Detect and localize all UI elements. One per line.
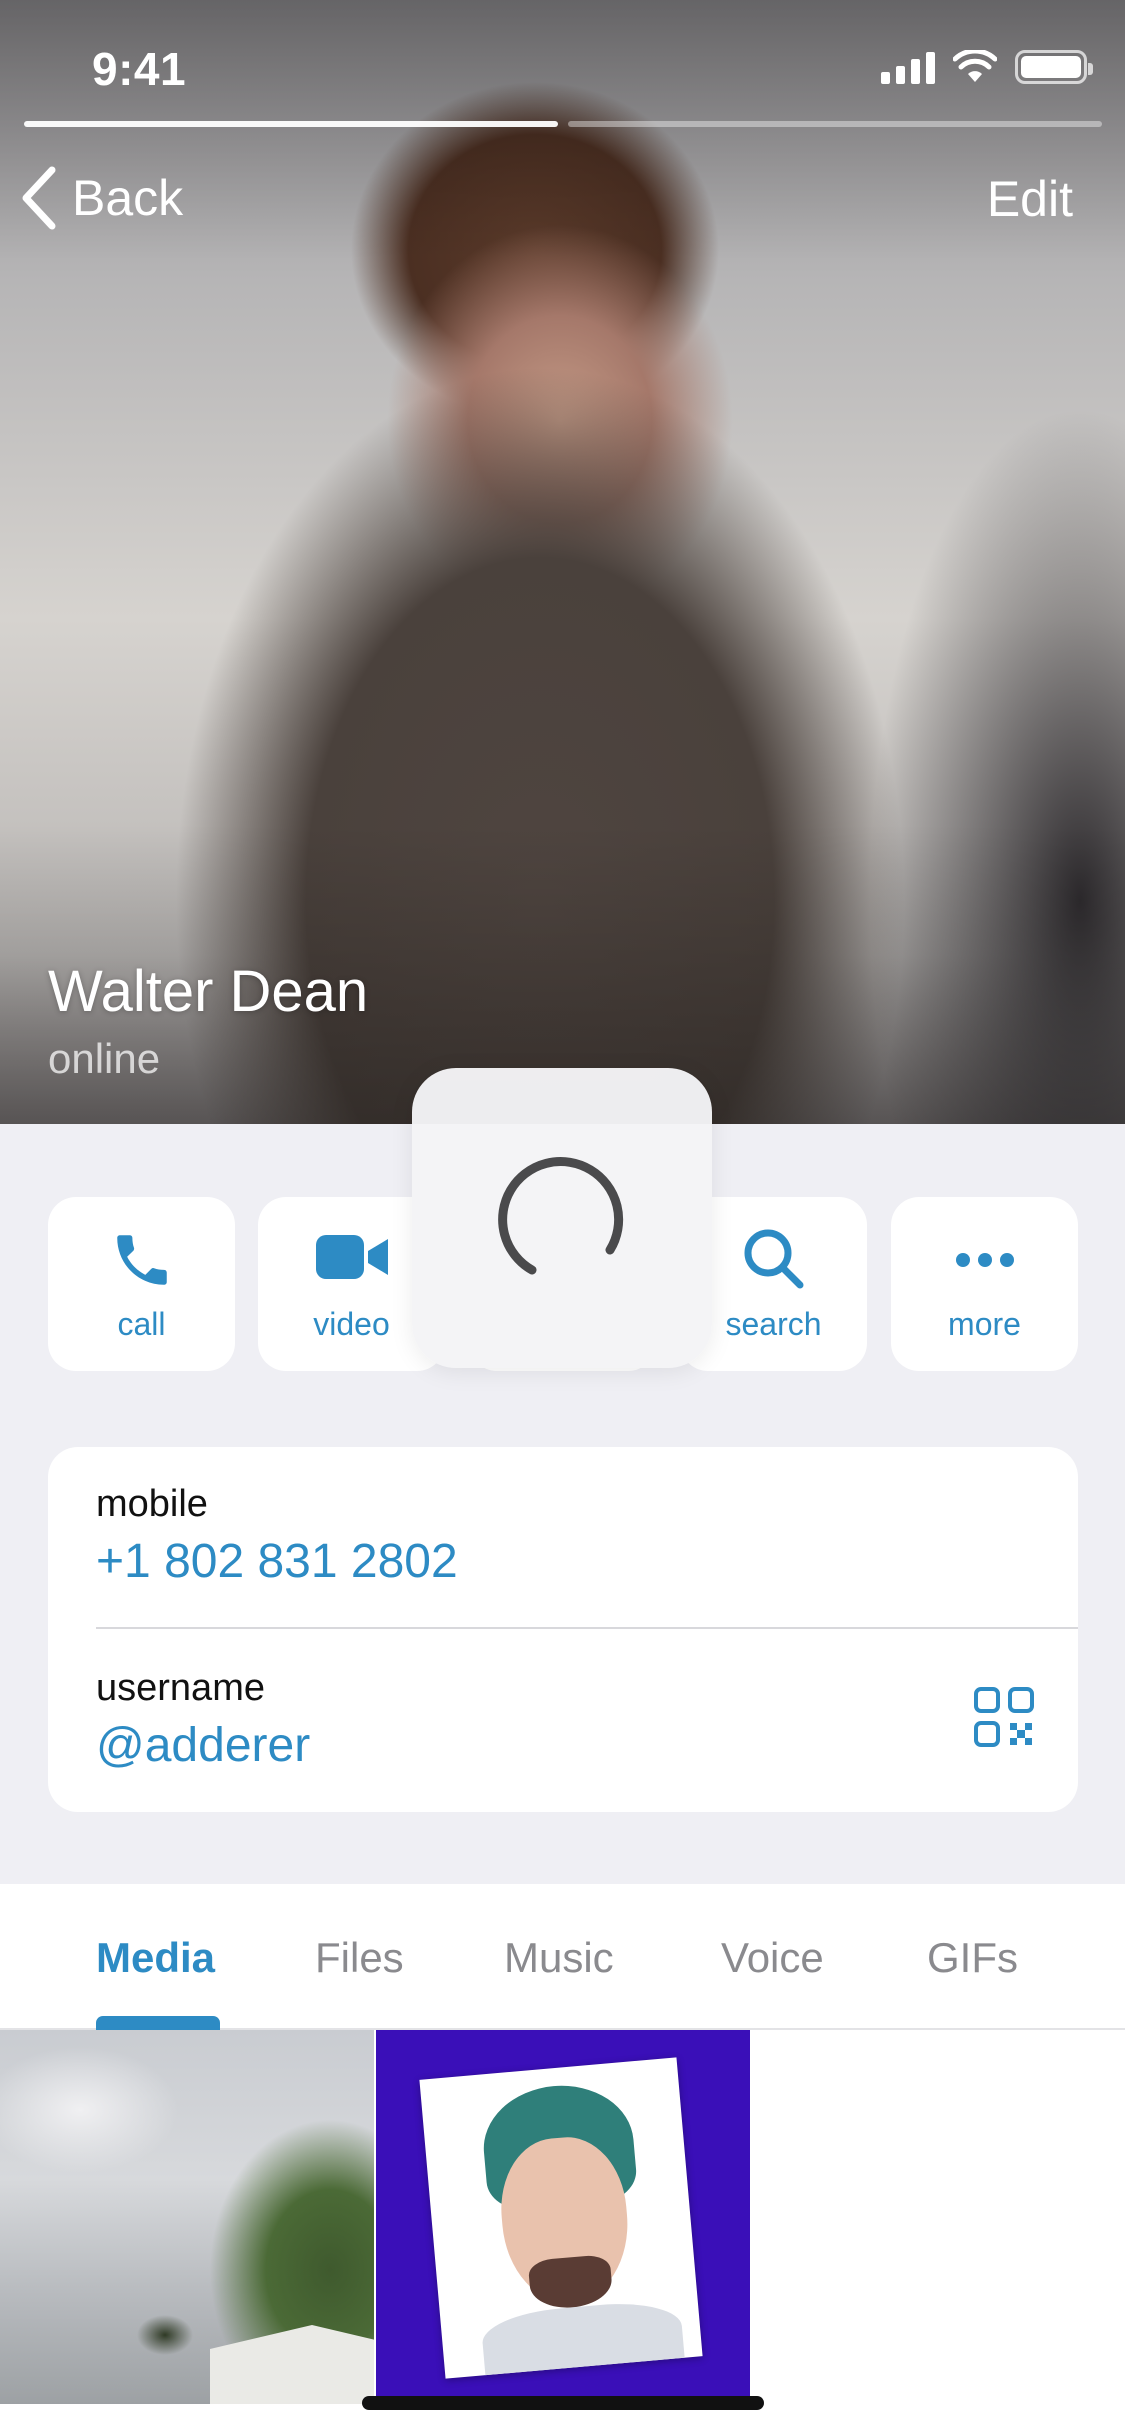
video-label: video bbox=[313, 1306, 390, 1342]
mobile-label: mobile bbox=[96, 1483, 208, 1525]
profile-name: Walter Dean bbox=[48, 959, 369, 1024]
divider bbox=[96, 1627, 1078, 1629]
battery-icon bbox=[1015, 50, 1093, 84]
home-indicator[interactable] bbox=[362, 2396, 764, 2410]
chevron-left-icon bbox=[22, 166, 56, 230]
status-icons bbox=[881, 50, 1093, 84]
username-row[interactable]: username @adderer bbox=[96, 1667, 1078, 1773]
call-label: call bbox=[117, 1306, 166, 1342]
portrait-illustration bbox=[419, 2057, 703, 2379]
qr-code-icon[interactable] bbox=[974, 1687, 1034, 1747]
status-time: 9:41 bbox=[92, 43, 187, 95]
edit-button[interactable]: Edit bbox=[987, 170, 1073, 228]
profile-status: online bbox=[48, 1035, 161, 1082]
username-label: username bbox=[96, 1667, 265, 1709]
video-camera-icon bbox=[315, 1235, 388, 1279]
more-label: more bbox=[948, 1306, 1021, 1342]
phone-icon bbox=[116, 1235, 167, 1285]
back-button[interactable]: Back bbox=[20, 160, 183, 236]
photo-progress-segment bbox=[568, 121, 1102, 127]
tab-voice[interactable]: Voice bbox=[721, 1934, 824, 1982]
search-label: search bbox=[725, 1306, 822, 1342]
cellular-signal-icon bbox=[881, 50, 935, 84]
tab-files[interactable]: Files bbox=[315, 1934, 404, 1982]
search-icon bbox=[744, 1229, 803, 1289]
more-dots-icon bbox=[955, 1253, 1014, 1267]
profile-photo[interactable]: 9:41 Back Edit Walter Dean online bbox=[0, 0, 1125, 1124]
media-thumbnail[interactable] bbox=[0, 2030, 374, 2404]
media-grid bbox=[0, 2030, 1125, 2436]
username-value[interactable]: @adderer bbox=[96, 1718, 1078, 1773]
mobile-value[interactable]: +1 802 831 2802 bbox=[96, 1534, 1078, 1589]
tab-gifs[interactable]: GIFs bbox=[927, 1934, 1018, 1982]
media-thumbnail[interactable] bbox=[376, 2030, 750, 2404]
palm-tree bbox=[130, 2315, 200, 2404]
mobile-row[interactable]: mobile +1 802 831 2802 bbox=[96, 1483, 1078, 1589]
photo-progress-segment-current bbox=[24, 121, 558, 127]
tab-media[interactable]: Media bbox=[96, 1934, 215, 1982]
shared-media-tabs: Media Files Music Voice GIFs bbox=[0, 1884, 1125, 2030]
house-shape bbox=[210, 2325, 374, 2404]
contact-info-card: mobile +1 802 831 2802 username @adderer bbox=[48, 1447, 1078, 1812]
tab-music[interactable]: Music bbox=[504, 1934, 614, 1982]
loading-spinner-icon bbox=[498, 1157, 624, 1275]
back-label: Back bbox=[72, 170, 184, 226]
wifi-icon bbox=[953, 50, 997, 82]
more-button[interactable]: more bbox=[891, 1197, 1078, 1371]
loading-overlay bbox=[412, 1068, 712, 1368]
call-button[interactable]: call bbox=[48, 1197, 235, 1371]
active-tab-indicator bbox=[96, 2016, 220, 2030]
